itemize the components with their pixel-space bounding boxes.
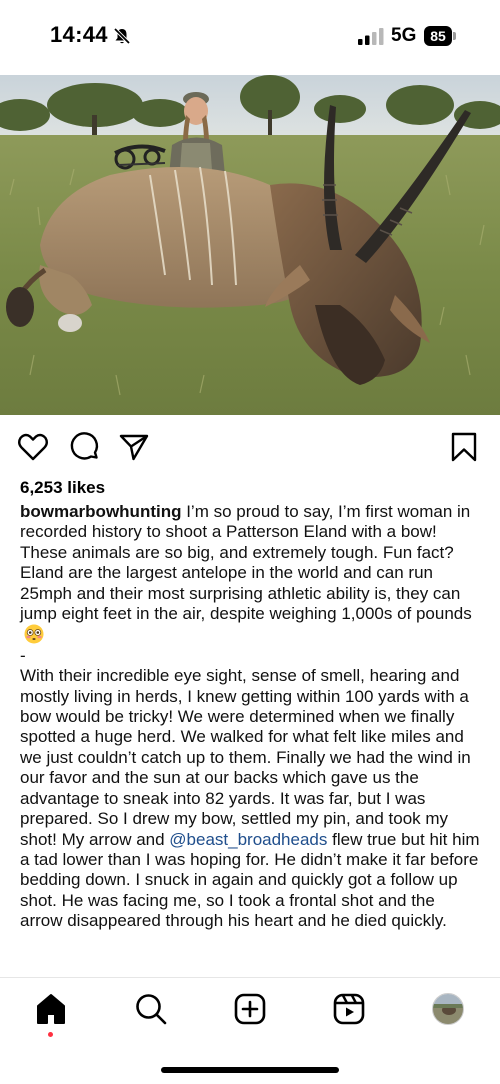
search-icon[interactable] xyxy=(134,992,168,1026)
caption-paragraph-1: bowmarbowhunting I’m so proud to say, I’… xyxy=(20,502,480,646)
bell-muted-icon xyxy=(113,27,131,45)
caption-paragraph-2: With their incredible eye sight, sense o… xyxy=(20,666,480,931)
battery-icon: 85 xyxy=(424,26,456,46)
post-photo-illustration xyxy=(0,75,500,415)
profile-avatar[interactable] xyxy=(432,993,464,1025)
post-username[interactable]: bowmarbowhunting xyxy=(20,502,181,521)
create-icon[interactable] xyxy=(233,992,267,1026)
flushed-face-emoji-icon xyxy=(24,624,44,644)
mention-link[interactable]: @beast_broadheads xyxy=(169,830,327,849)
post-caption: bowmarbowhunting I’m so proud to say, I’… xyxy=(20,502,480,932)
notification-dot xyxy=(48,1032,53,1037)
comment-icon[interactable] xyxy=(68,431,100,463)
battery-tip xyxy=(453,32,456,40)
battery-level: 85 xyxy=(424,26,452,46)
caption-text-2: With their incredible eye sight, sense o… xyxy=(20,666,471,849)
home-indicator xyxy=(161,1067,339,1073)
post-action-bar xyxy=(0,415,500,477)
network-label: 5G xyxy=(391,25,417,46)
likes-count[interactable]: 6,253 likes xyxy=(20,478,105,498)
paper-plane-icon[interactable] xyxy=(118,431,150,463)
reels-icon[interactable] xyxy=(332,992,366,1026)
status-bar: 14:44 5G 85 xyxy=(0,0,500,75)
post-photo[interactable] xyxy=(0,75,500,415)
heart-icon[interactable] xyxy=(17,431,49,463)
bookmark-icon[interactable] xyxy=(448,431,480,463)
home-icon[interactable] xyxy=(34,992,68,1026)
signal-icon xyxy=(358,28,384,45)
caption-divider: - xyxy=(20,645,26,665)
profile-avatar-image xyxy=(433,994,463,1024)
status-time: 14:44 xyxy=(50,22,108,47)
